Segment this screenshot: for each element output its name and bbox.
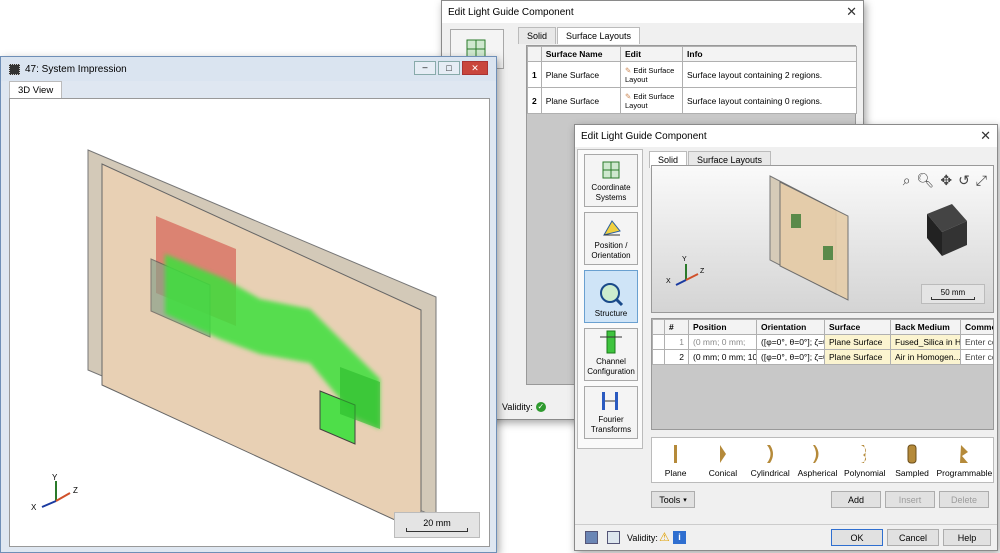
table-row[interactable]: 1 (0 mm; 0 mm; ([φ=0°, θ=0°]; ζ=0° Plane… bbox=[652, 334, 993, 350]
zoom-icon[interactable]: 🔍︎ bbox=[917, 172, 935, 189]
export-icon[interactable] bbox=[607, 531, 620, 544]
structure-magnifier-icon bbox=[600, 283, 624, 307]
close-icon[interactable]: ✕ bbox=[980, 128, 991, 144]
preview-scale-bar: 50 mm bbox=[921, 284, 985, 304]
surface-table-panel: # Position Orientation Surface Back Medi… bbox=[651, 318, 994, 430]
front-dialog: Edit Light Guide Component ✕ Coordinate … bbox=[574, 124, 998, 551]
edit-surface-layout-button[interactable]: ✎ Edit Surface Layout bbox=[620, 61, 684, 88]
cancel-button[interactable]: Cancel bbox=[887, 529, 939, 546]
tab-solid[interactable]: Solid bbox=[518, 27, 557, 44]
surface-type-plane[interactable]: Plane bbox=[653, 444, 699, 478]
preview-panel[interactable]: ⌕ 🔍︎ ✥ ↺ ⤢ Y X Z 50 mm bbox=[651, 165, 994, 313]
back-dialog-tabs: Solid Surface Layouts bbox=[518, 27, 641, 44]
cylindrical-surface-icon bbox=[767, 445, 774, 463]
polynomial-surface-icon bbox=[860, 445, 866, 463]
impression-title: 47: System Impression bbox=[25, 63, 127, 75]
front-sidebar: Coordinate Systems Position / Orientatio… bbox=[577, 149, 643, 449]
preview-axes-triad: Y X Z bbox=[666, 256, 705, 286]
fourier-transform-icon bbox=[602, 392, 618, 410]
warning-icon: ⚠ bbox=[659, 530, 670, 544]
table-row[interactable]: 1 Plane Surface ✎ Edit Surface Layout Su… bbox=[527, 61, 857, 88]
front-footer: Validity: ⚠ i OK Cancel Help bbox=[575, 524, 997, 550]
conical-surface-icon bbox=[719, 445, 726, 463]
edit-surface-layout-button[interactable]: ✎ Edit Surface Layout bbox=[620, 87, 684, 114]
sidebar-item-position-orientation[interactable]: Position / Orientation bbox=[584, 212, 638, 265]
channel-configuration-icon bbox=[600, 330, 622, 354]
plane-surface-icon bbox=[673, 445, 677, 463]
surface-table: # Position Orientation Surface Back Medi… bbox=[652, 319, 993, 365]
table-row[interactable]: 2 (0 mm; 0 mm; 10 m ([φ=0°, θ=0°]; ζ=0° … bbox=[652, 349, 993, 365]
front-dialog-titlebar[interactable]: Edit Light Guide Component ✕ bbox=[575, 125, 997, 147]
surface-type-gallery: Plane Conical Cylindrical Aspherical Pol… bbox=[651, 437, 994, 483]
save-icon[interactable] bbox=[585, 531, 598, 544]
close-icon[interactable]: ✕ bbox=[846, 4, 857, 20]
front-dialog-title: Edit Light Guide Component bbox=[581, 130, 707, 142]
impression-window: 47: System Impression – □ ✕ 3D View Y X … bbox=[0, 56, 497, 553]
coordinate-grid-icon bbox=[602, 161, 620, 179]
sidebar-item-fourier-transforms[interactable]: Fourier Transforms bbox=[584, 386, 638, 439]
scale-bar: 20 mm bbox=[394, 512, 480, 538]
close-button[interactable]: ✕ bbox=[462, 61, 488, 75]
insert-button[interactable]: Insert bbox=[885, 491, 935, 508]
info-icon[interactable]: i bbox=[673, 531, 686, 544]
view-toolbar: ⌕ 🔍︎ ✥ ↺ ⤢ bbox=[903, 172, 987, 189]
surface-type-sampled[interactable]: Sampled bbox=[889, 444, 935, 478]
maximize-button[interactable]: □ bbox=[438, 61, 460, 75]
help-button[interactable]: Help bbox=[943, 529, 991, 546]
ok-button[interactable]: OK bbox=[831, 529, 883, 546]
impression-titlebar[interactable]: 47: System Impression – □ ✕ bbox=[1, 57, 496, 81]
minimize-button[interactable]: – bbox=[414, 61, 436, 75]
rotate-icon[interactable]: ↺ bbox=[958, 172, 970, 189]
back-dialog-titlebar[interactable]: Edit Light Guide Component ✕ bbox=[442, 1, 863, 23]
surface-type-polynomial[interactable]: Polynomial bbox=[842, 444, 888, 478]
aspherical-surface-icon bbox=[813, 445, 819, 463]
table-row[interactable]: 2 Plane Surface ✎ Edit Surface Layout Su… bbox=[527, 87, 857, 114]
delete-button[interactable]: Delete bbox=[939, 491, 989, 508]
surface-type-aspherical[interactable]: Aspherical bbox=[794, 444, 840, 478]
tools-button[interactable]: Tools ▾ bbox=[651, 491, 695, 508]
add-button[interactable]: Add bbox=[831, 491, 881, 508]
surface-type-cylindrical[interactable]: Cylindrical bbox=[747, 444, 793, 478]
sidebar-item-structure[interactable]: Structure bbox=[584, 270, 638, 323]
col-info: Info bbox=[682, 46, 857, 62]
surface-type-conical[interactable]: Conical bbox=[700, 444, 746, 478]
grid-app-icon bbox=[9, 63, 20, 75]
col-surface-name: Surface Name bbox=[540, 46, 622, 62]
surface-layout-table: Surface Name Edit Info 1 Plane Surface ✎… bbox=[527, 46, 857, 114]
check-icon: ✓ bbox=[535, 402, 546, 412]
back-validity: Validity: ✓ bbox=[502, 402, 546, 412]
tab-3d-view[interactable]: 3D View bbox=[9, 81, 63, 99]
sidebar-item-coordinate-systems[interactable]: Coordinate Systems bbox=[584, 154, 638, 207]
pan-icon[interactable]: ✥ bbox=[940, 172, 952, 189]
col-edit: Edit bbox=[620, 46, 684, 62]
zoom-region-icon[interactable]: ⌕ bbox=[903, 172, 911, 189]
tab-surface-layouts[interactable]: Surface Layouts bbox=[557, 27, 641, 44]
position-orientation-icon bbox=[602, 220, 621, 236]
fit-view-icon[interactable]: ⤢ bbox=[976, 172, 987, 189]
programmable-surface-icon bbox=[960, 445, 969, 463]
sidebar-item-channel-configuration[interactable]: Channel Configuration bbox=[584, 328, 638, 381]
axes-triad: Y X Z bbox=[31, 473, 78, 512]
back-dialog-title: Edit Light Guide Component bbox=[448, 6, 574, 18]
surface-type-programmable[interactable]: Programmable bbox=[936, 444, 992, 478]
3d-view-canvas[interactable]: Y X Z 20 mm bbox=[9, 98, 490, 547]
sampled-surface-icon bbox=[907, 444, 917, 464]
chevron-down-icon: ▾ bbox=[683, 496, 687, 504]
